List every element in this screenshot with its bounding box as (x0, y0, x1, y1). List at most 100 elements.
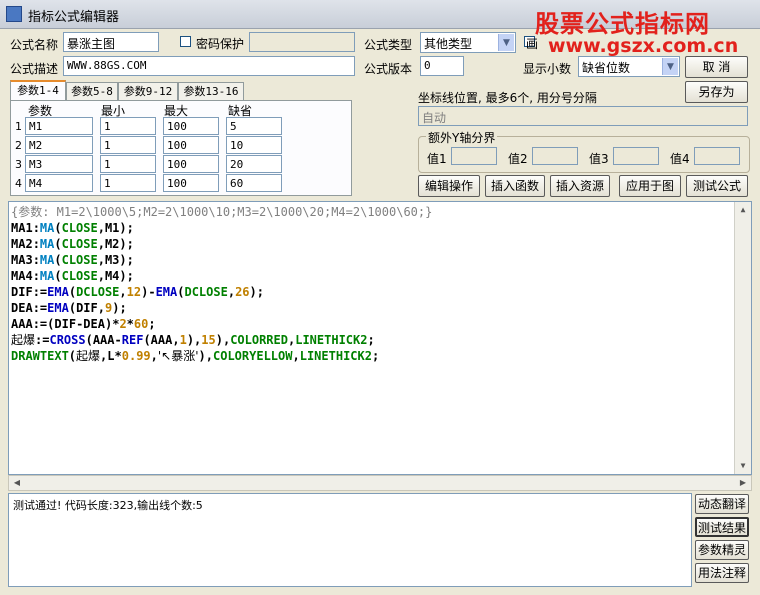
var-ma3: MA3 (11, 253, 33, 267)
kw-colorred: COLORRED (230, 333, 288, 347)
var-ma4: MA4 (11, 269, 33, 283)
param-row-number: 2 (15, 139, 22, 152)
decimals-select[interactable]: 缺省位数 ▼ (578, 56, 680, 77)
edit-operation-button[interactable]: 编辑操作 (418, 175, 480, 197)
code-line-params-comment: {参数: M1=2\1000\5;M2=2\1000\10;M3=2\1000\… (11, 205, 433, 219)
value4-input[interactable] (694, 147, 740, 165)
param-row-number: 1 (15, 120, 22, 133)
value4-label: 值4 (670, 152, 690, 166)
kw-close: CLOSE (61, 221, 98, 235)
op-assign: : (32, 237, 40, 251)
param-max-input[interactable]: 100 (163, 155, 219, 173)
param-max-input[interactable]: 100 (163, 136, 219, 154)
code-line-qibao: 起爆:=CROSS(AAA-REF(AAA,1),15),COLORRED,LI… (11, 333, 375, 347)
var-dif: DIF (11, 285, 33, 299)
test-result-button[interactable]: 测试结果 (695, 517, 749, 537)
param-name-input[interactable]: M1 (25, 117, 93, 135)
num-12: 12 (126, 285, 142, 299)
test-formula-button[interactable]: 测试公式 (686, 175, 748, 197)
code-line-ma4: MA4:MA(CLOSE,M4); (11, 269, 134, 283)
apply-to-chart-button[interactable]: 应用于图 (619, 175, 681, 197)
desc-label: 公式描述 (10, 62, 59, 76)
save-as-button[interactable]: 另存为 (685, 81, 748, 103)
num-60: 60 (133, 317, 149, 331)
num-26: 26 (235, 285, 250, 299)
var-qibao: 起爆 (76, 349, 101, 363)
fn-cross: CROSS (49, 333, 86, 347)
var-aaa: AAA (11, 317, 33, 331)
insert-resource-button[interactable]: 插入资源 (550, 175, 610, 197)
value1-input[interactable] (451, 147, 497, 165)
scroll-right-icon[interactable]: ▶ (735, 476, 751, 490)
kw-dclose: DCLOSE (76, 285, 120, 299)
dynamic-translate-button[interactable]: 动态翻译 (695, 494, 749, 514)
param-default-input[interactable]: 10 (226, 136, 282, 154)
op-assign: : (32, 269, 40, 283)
scroll-down-icon[interactable]: ▼ (735, 458, 751, 474)
axis-input[interactable]: 自动 (418, 106, 748, 126)
name-label: 公式名称 (10, 38, 59, 52)
tab-params-1-4[interactable]: 参数1-4 (10, 80, 66, 101)
var-aaa: AAA (92, 333, 115, 347)
fn-ma: MA (39, 221, 55, 235)
horizontal-scrollbar[interactable]: ◀ ▶ (8, 475, 752, 491)
test-status-message: 测试通过! 代码长度:323,输出线个数:5 (13, 499, 203, 512)
param-default-input[interactable]: 5 (226, 117, 282, 135)
param-name-input[interactable]: M2 (25, 136, 93, 154)
test-output: 测试通过! 代码长度:323,输出线个数:5 (8, 493, 692, 587)
scroll-left-icon[interactable]: ◀ (9, 476, 25, 490)
insert-function-button[interactable]: 插入函数 (485, 175, 545, 197)
param-min-input[interactable]: 1 (100, 174, 156, 192)
var-dif: DIF (76, 301, 98, 315)
kw-close: CLOSE (61, 253, 98, 267)
param-row-number: 4 (15, 177, 22, 190)
num-1: 1 (179, 333, 187, 347)
value2-input[interactable] (532, 147, 578, 165)
tab-params-13-16[interactable]: 参数13-16 (178, 82, 244, 100)
fn-ma: MA (39, 269, 55, 283)
extra-y-axis-label: 额外Y轴分界 (426, 129, 498, 146)
code-line-ma1: MA1:MA(CLOSE,M1); (11, 221, 134, 235)
var-aaa: AAA (150, 333, 173, 347)
var-dif: DIF (54, 317, 77, 331)
vertical-scrollbar[interactable]: ▲ ▼ (734, 202, 751, 474)
param-max-input[interactable]: 100 (163, 174, 219, 192)
chevron-down-icon: ▼ (662, 58, 678, 75)
name-input[interactable]: 暴涨主图 (63, 32, 159, 52)
num-099: 0.99 (121, 349, 151, 363)
type-label: 公式类型 (364, 38, 413, 52)
type-value: 其他类型 (424, 37, 473, 51)
param-min-input[interactable]: 1 (100, 117, 156, 135)
str-baozhang: '↖暴涨' (157, 349, 199, 363)
code-editor[interactable]: {参数: M1=2\1000\5;M2=2\1000\10;M3=2\1000\… (8, 201, 752, 475)
password-input[interactable] (249, 32, 355, 52)
desc-input[interactable]: WWW.88GS.COM (63, 56, 355, 76)
scroll-up-icon[interactable]: ▲ (735, 202, 751, 218)
param-max-input[interactable]: 100 (163, 117, 219, 135)
code-line-aaa: AAA:=(DIF-DEA)*2*60; (11, 317, 156, 331)
param-default-input[interactable]: 60 (226, 174, 282, 192)
param-min-input[interactable]: 1 (100, 136, 156, 154)
param-min-input[interactable]: 1 (100, 155, 156, 173)
watermark-url: www.gszx.com.cn (548, 35, 739, 57)
axis-label: 坐标线位置, 最多6个, 用分号分隔 (418, 91, 597, 105)
usage-notes-button[interactable]: 用法注释 (695, 563, 749, 583)
value1-label: 值1 (427, 152, 447, 166)
num-2: 2 (119, 317, 127, 331)
param-name-input[interactable]: M3 (25, 155, 93, 173)
value3-input[interactable] (613, 147, 659, 165)
tab-params-5-8[interactable]: 参数5-8 (66, 82, 118, 100)
param-wizard-button[interactable]: 参数精灵 (695, 540, 749, 560)
cancel-button[interactable]: 取 消 (685, 56, 748, 78)
param-name-input[interactable]: M4 (25, 174, 93, 192)
type-select[interactable]: 其他类型 ▼ (420, 32, 516, 53)
fn-ema: EMA (47, 301, 69, 315)
password-checkbox[interactable] (180, 36, 191, 47)
param-default-input[interactable]: 20 (226, 155, 282, 173)
kw-linethick2: LINETHICK2 (295, 333, 368, 347)
fn-ema: EMA (47, 285, 69, 299)
kw-coloryellow: COLORYELLOW (213, 349, 293, 363)
version-input[interactable]: 0 (420, 56, 464, 76)
window-title: 指标公式编辑器 (28, 10, 120, 25)
tab-params-9-12[interactable]: 参数9-12 (118, 82, 178, 100)
